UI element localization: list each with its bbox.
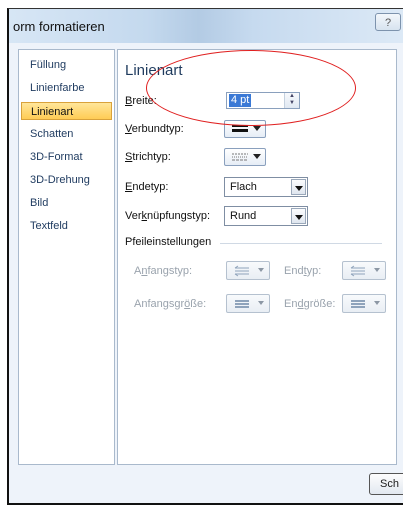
red-highlight-ellipse — [146, 50, 356, 126]
end-type-dropdown[interactable] — [342, 261, 386, 280]
dash-type-text: trichtyp: — [132, 151, 171, 163]
nav-item-linienart[interactable]: Linienart — [21, 102, 112, 120]
chevron-down-icon[interactable] — [291, 208, 306, 224]
join-type-text-pre: Ver — [125, 210, 142, 222]
dash-type-dropdown[interactable] — [224, 148, 266, 166]
window-title: orm formatieren — [13, 19, 105, 34]
end-size-dropdown[interactable] — [342, 294, 386, 313]
arrow-type-icon — [350, 265, 365, 277]
chevron-down-icon[interactable] — [291, 179, 306, 195]
begin-type-text: fangstyp: — [147, 265, 193, 277]
help-button[interactable]: ? — [375, 13, 401, 31]
dash-lines-icon — [232, 153, 248, 161]
nav-item-bild[interactable]: Bild — [21, 194, 112, 212]
chevron-down-icon — [253, 126, 261, 131]
end-type-text-pre: End — [284, 265, 304, 277]
chevron-down-icon — [374, 268, 380, 272]
begin-type-label: Anfangstyp: — [134, 265, 192, 277]
begin-type-dropdown[interactable] — [226, 261, 270, 280]
cap-type-value: Flach — [230, 181, 257, 193]
chevron-down-icon — [258, 268, 264, 272]
compound-type-label: Verbundtyp: — [125, 123, 184, 135]
end-type-label: Endtyp: — [284, 265, 321, 277]
join-type-label: Verknüpfungstyp: — [125, 210, 210, 222]
chevron-down-icon — [258, 301, 264, 305]
end-type-text: yp: — [306, 265, 322, 277]
join-type-select[interactable]: Rund — [224, 206, 308, 226]
cap-type-text: ndetyp: — [132, 181, 169, 193]
arrow-type-icon — [234, 265, 249, 277]
nav-item-3d-format[interactable]: 3D-Format — [21, 148, 112, 166]
end-size-text: größe: — [303, 298, 336, 310]
begin-size-dropdown[interactable] — [226, 294, 270, 313]
section-divider — [220, 243, 382, 244]
close-button[interactable]: Sch — [369, 473, 403, 495]
join-type-text: nüpfungstyp: — [147, 210, 211, 222]
arrow-size-icon — [235, 300, 249, 308]
compound-type-accesskey: V — [125, 123, 132, 135]
end-size-label: Endgröße: — [284, 298, 335, 310]
nav-item-textfeld[interactable]: Textfeld — [21, 217, 112, 235]
chevron-down-icon — [253, 154, 261, 159]
cap-type-label: Endetyp: — [125, 181, 168, 193]
begin-size-text-pre: Anfangsgr — [134, 298, 185, 310]
category-list: Füllung Linienfarbe Linienart Schatten 3… — [18, 49, 115, 465]
chevron-down-icon — [374, 301, 380, 305]
nav-item-fuellung[interactable]: Füllung — [21, 56, 112, 74]
title-bar[interactable]: orm formatieren ? — [9, 9, 403, 43]
nav-item-3d-drehung[interactable]: 3D-Drehung — [21, 171, 112, 189]
begin-size-label: Anfangsgröße: — [134, 298, 206, 310]
arrow-settings-heading: Pfeileinstellungen — [125, 236, 212, 248]
begin-size-text: ße: — [190, 298, 207, 310]
nav-item-linienfarbe[interactable]: Linienfarbe — [21, 79, 112, 97]
arrow-size-icon — [351, 300, 365, 308]
compound-type-text: erbundtyp: — [131, 123, 184, 135]
nav-item-schatten[interactable]: Schatten — [21, 125, 112, 143]
join-type-value: Rund — [230, 210, 257, 222]
dash-type-label: Strichtyp: — [125, 151, 171, 163]
end-size-text-pre: En — [284, 298, 298, 310]
cap-type-select[interactable]: Flach — [224, 177, 308, 197]
